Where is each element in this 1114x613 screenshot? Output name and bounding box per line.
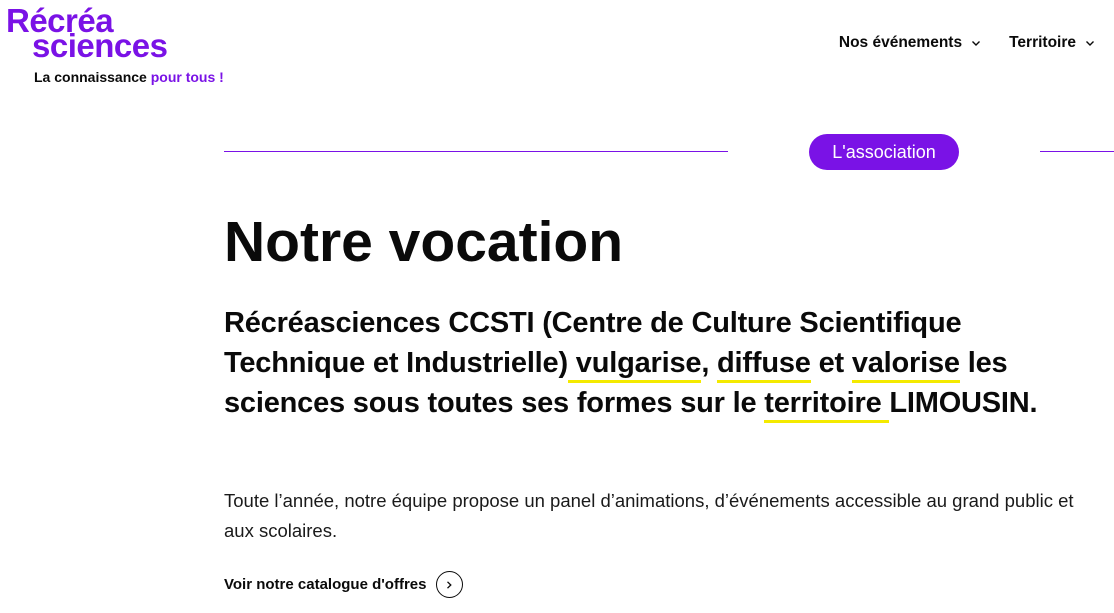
chevron-down-icon (1086, 41, 1094, 46)
tagline-text: La connaissance (34, 69, 151, 85)
highlight-valorise: valorise (851, 347, 960, 383)
nav-item-territoire[interactable]: Territoire (1009, 34, 1096, 52)
catalogue-link-label: Voir notre catalogue d'offres (224, 576, 427, 593)
lead-text: LIMOUSIN. (889, 387, 1038, 419)
highlight-diffuse: diffuse (717, 347, 811, 383)
highlight-vulgarise: vulgarise (567, 347, 702, 383)
body-paragraph: Toute l’année, notre équipe propose un p… (224, 490, 1074, 541)
main-nav: Nos événements Territoire (839, 34, 1096, 52)
page-title: Notre vocation (224, 210, 624, 274)
lead-text: , (701, 347, 718, 379)
nav-label: Nos événements (838, 34, 963, 51)
chevron-down-icon (972, 41, 981, 46)
tagline-accent: pour tous ! (150, 69, 224, 85)
lead-paragraph: Récréasciences CCSTI (Centre de Culture … (224, 303, 1094, 423)
divider-right (1040, 151, 1114, 152)
divider-left (224, 151, 728, 152)
nav-label: Territoire (1009, 34, 1076, 51)
logo-tagline: La connaissance pour tous ! (34, 69, 224, 85)
catalogue-link[interactable]: Voir notre catalogue d'offres (224, 571, 463, 598)
logo-line2: sciences (32, 27, 168, 64)
chevron-right-icon[interactable] (435, 571, 463, 598)
logo[interactable]: Récréa sciences La connaissance pour tou… (6, 2, 226, 88)
highlight-territoire: territoire (764, 387, 890, 423)
section-badge: L'association (809, 134, 959, 170)
nav-item-evenements[interactable]: Nos événements (839, 34, 982, 52)
lead-text: et (810, 347, 852, 379)
